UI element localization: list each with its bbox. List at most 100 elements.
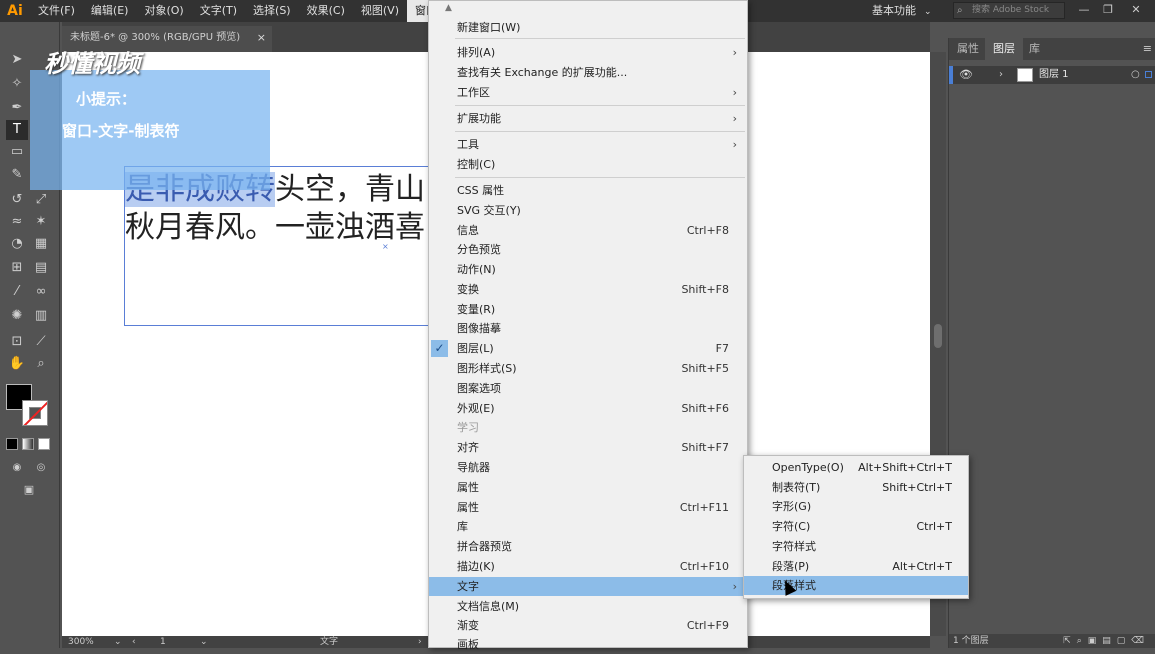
scroll-up-icon[interactable]: ▲: [445, 3, 452, 13]
window-menu-item[interactable]: 属性 Ctrl+F11: [429, 498, 747, 517]
chevron-right-icon[interactable]: ›: [999, 66, 1003, 84]
menu-type[interactable]: 文字(T): [192, 0, 245, 22]
menu-select[interactable]: 选择(S): [245, 0, 299, 22]
chevron-down-icon[interactable]: ⌄: [200, 636, 208, 648]
artboard-number[interactable]: 1: [160, 636, 166, 648]
draw-behind-icon[interactable]: ◎: [30, 458, 52, 478]
graph-tool-icon[interactable]: ▥: [30, 306, 52, 326]
puppet-warp-icon[interactable]: ✶: [30, 212, 52, 232]
menu-file[interactable]: 文件(F): [30, 0, 83, 22]
type-submenu-item[interactable]: 段落(P) Alt+Ctrl+T: [744, 557, 968, 576]
window-menu-item[interactable]: 图案选项: [429, 379, 747, 398]
artboard-tool-icon[interactable]: ⊡: [6, 332, 28, 352]
minimize-icon[interactable]: —: [1072, 0, 1096, 20]
window-menu-item[interactable]: 变换 Shift+F8: [429, 280, 747, 299]
gradient-mode-icon[interactable]: [22, 438, 34, 450]
window-menu-item[interactable]: 控制(C): [429, 155, 747, 174]
chevron-down-icon[interactable]: ⌄: [114, 636, 122, 648]
perspective-grid-icon[interactable]: ▦: [30, 234, 52, 254]
panel-footer-icons[interactable]: ⇱⌕▣▤▢⌫: [1063, 634, 1150, 648]
window-menu-item[interactable]: 信息 Ctrl+F8: [429, 221, 747, 240]
selection-tool-icon[interactable]: ➤: [6, 50, 28, 70]
panel-menu-icon[interactable]: ≡: [1143, 38, 1152, 60]
window-menu-item[interactable]: 渐变 Ctrl+F9: [429, 616, 747, 635]
screen-mode-icon[interactable]: ▣: [18, 480, 40, 500]
window-menu-item[interactable]: 分色预览: [429, 240, 747, 259]
type-tool-icon[interactable]: T: [6, 120, 28, 140]
menu-object[interactable]: 对象(O): [136, 0, 191, 22]
paintbrush-tool-icon[interactable]: ✎: [6, 165, 28, 185]
window-menu-item[interactable]: 库: [429, 517, 747, 536]
window-menu-item[interactable]: 描边(K) Ctrl+F10: [429, 557, 747, 576]
pen-tool-icon[interactable]: ✒: [6, 98, 28, 118]
type-submenu-item[interactable]: 段落样式: [744, 576, 968, 596]
layers-panel-footer: 1 个图层 ⇱⌕▣▤▢⌫: [949, 634, 1155, 648]
window-menu-item[interactable]: 文档信息(M): [429, 597, 747, 616]
restore-icon[interactable]: ❐: [1096, 0, 1120, 20]
window-menu-item[interactable]: 外观(E) Shift+F6: [429, 399, 747, 418]
stroke-color-swatch[interactable]: [22, 400, 48, 426]
menu-edit[interactable]: 编辑(E): [83, 0, 137, 22]
zoom-level[interactable]: 300%: [68, 636, 94, 648]
window-menu-item[interactable]: 属性: [429, 478, 747, 497]
slice-tool-icon[interactable]: ⟋: [30, 332, 52, 352]
window-menu-item[interactable]: 工具 ›: [429, 135, 747, 154]
eye-icon[interactable]: 👁: [959, 66, 973, 84]
none-mode-icon[interactable]: [38, 438, 50, 450]
window-menu-item[interactable]: 导航器: [429, 458, 747, 477]
warp-tool-icon[interactable]: ≈: [6, 212, 28, 232]
stock-search-input[interactable]: ⌕ 搜索 Adobe Stock: [953, 2, 1065, 19]
window-menu-item[interactable]: 图形样式(S) Shift+F5: [429, 359, 747, 378]
mesh-tool-icon[interactable]: ⊞: [6, 258, 28, 278]
layer-name[interactable]: 图层 1: [1039, 66, 1069, 84]
artboard-text-line-2[interactable]: 秋月春风。一壶浊酒喜: [125, 202, 425, 246]
blend-tool-icon[interactable]: ∞: [30, 282, 52, 302]
window-menu-item[interactable]: 图像描摹: [429, 319, 747, 338]
menu-effect[interactable]: 效果(C): [299, 0, 353, 22]
window-menu-item[interactable]: 查找有关 Exchange 的扩展功能...: [429, 63, 747, 82]
window-menu-item[interactable]: 排列(A) ›: [429, 43, 747, 62]
next-status-icon[interactable]: ›: [418, 636, 422, 648]
window-menu-item[interactable]: SVG 交互(Y): [429, 201, 747, 220]
scrollbar-thumb[interactable]: [934, 324, 942, 348]
tab-libraries[interactable]: 库: [1021, 38, 1048, 60]
symbol-sprayer-icon[interactable]: ✺: [6, 306, 28, 326]
zoom-tool-icon[interactable]: ⌕: [30, 354, 52, 374]
window-menu-item[interactable]: CSS 属性: [429, 181, 747, 200]
target-circle-icon[interactable]: ○: [1131, 66, 1140, 84]
shape-builder-icon[interactable]: ◔: [6, 234, 28, 254]
window-menu-item[interactable]: 文字 ›: [429, 577, 747, 596]
window-menu-item[interactable]: ✓ 图层(L) F7: [429, 339, 747, 358]
type-submenu-item[interactable]: 字符样式: [744, 537, 968, 556]
close-tab-icon[interactable]: ×: [257, 26, 266, 50]
type-submenu-item[interactable]: 制表符(T) Shift+Ctrl+T: [744, 478, 968, 497]
window-menu-item[interactable]: 画板: [429, 635, 747, 654]
window-menu-item[interactable]: 变量(R): [429, 300, 747, 319]
prev-artboard-icon[interactable]: ‹: [132, 636, 136, 648]
window-menu-item[interactable]: 动作(N): [429, 260, 747, 279]
window-menu-item[interactable]: 扩展功能 ›: [429, 109, 747, 128]
magic-wand-icon[interactable]: ✧: [6, 74, 28, 94]
window-menu-item[interactable]: 拼合器预览: [429, 537, 747, 556]
type-submenu-item[interactable]: OpenType(O) Alt+Shift+Ctrl+T: [744, 458, 968, 477]
menu-item-label: 属性: [457, 501, 479, 514]
rotate-tool-icon[interactable]: ↺: [6, 190, 28, 210]
draw-normal-icon[interactable]: ◉: [6, 458, 28, 478]
window-menu-item[interactable]: 新建窗口(W): [429, 18, 747, 37]
close-icon[interactable]: ✕: [1124, 0, 1148, 20]
hand-tool-icon[interactable]: ✋: [6, 354, 28, 374]
type-submenu-item[interactable]: 字形(G): [744, 497, 968, 516]
layer-row[interactable]: 👁 › 图层 1 ○: [949, 66, 1155, 84]
tab-properties[interactable]: 属性: [949, 38, 987, 60]
rectangle-tool-icon[interactable]: ▭: [6, 142, 28, 162]
workspace-switcher[interactable]: 基本功能 ⌄: [872, 0, 932, 23]
type-submenu-item[interactable]: 字符(C) Ctrl+T: [744, 517, 968, 536]
menu-view[interactable]: 视图(V): [353, 0, 407, 22]
gradient-tool-icon[interactable]: ▤: [30, 258, 52, 278]
color-mode-icon[interactable]: [6, 438, 18, 450]
scale-tool-icon[interactable]: ⤢: [30, 190, 52, 210]
tab-layers[interactable]: 图层: [985, 38, 1023, 60]
eyedropper-icon[interactable]: ⁄: [6, 282, 28, 302]
window-menu-item[interactable]: 对齐 Shift+F7: [429, 438, 747, 457]
window-menu-item[interactable]: 工作区 ›: [429, 83, 747, 102]
